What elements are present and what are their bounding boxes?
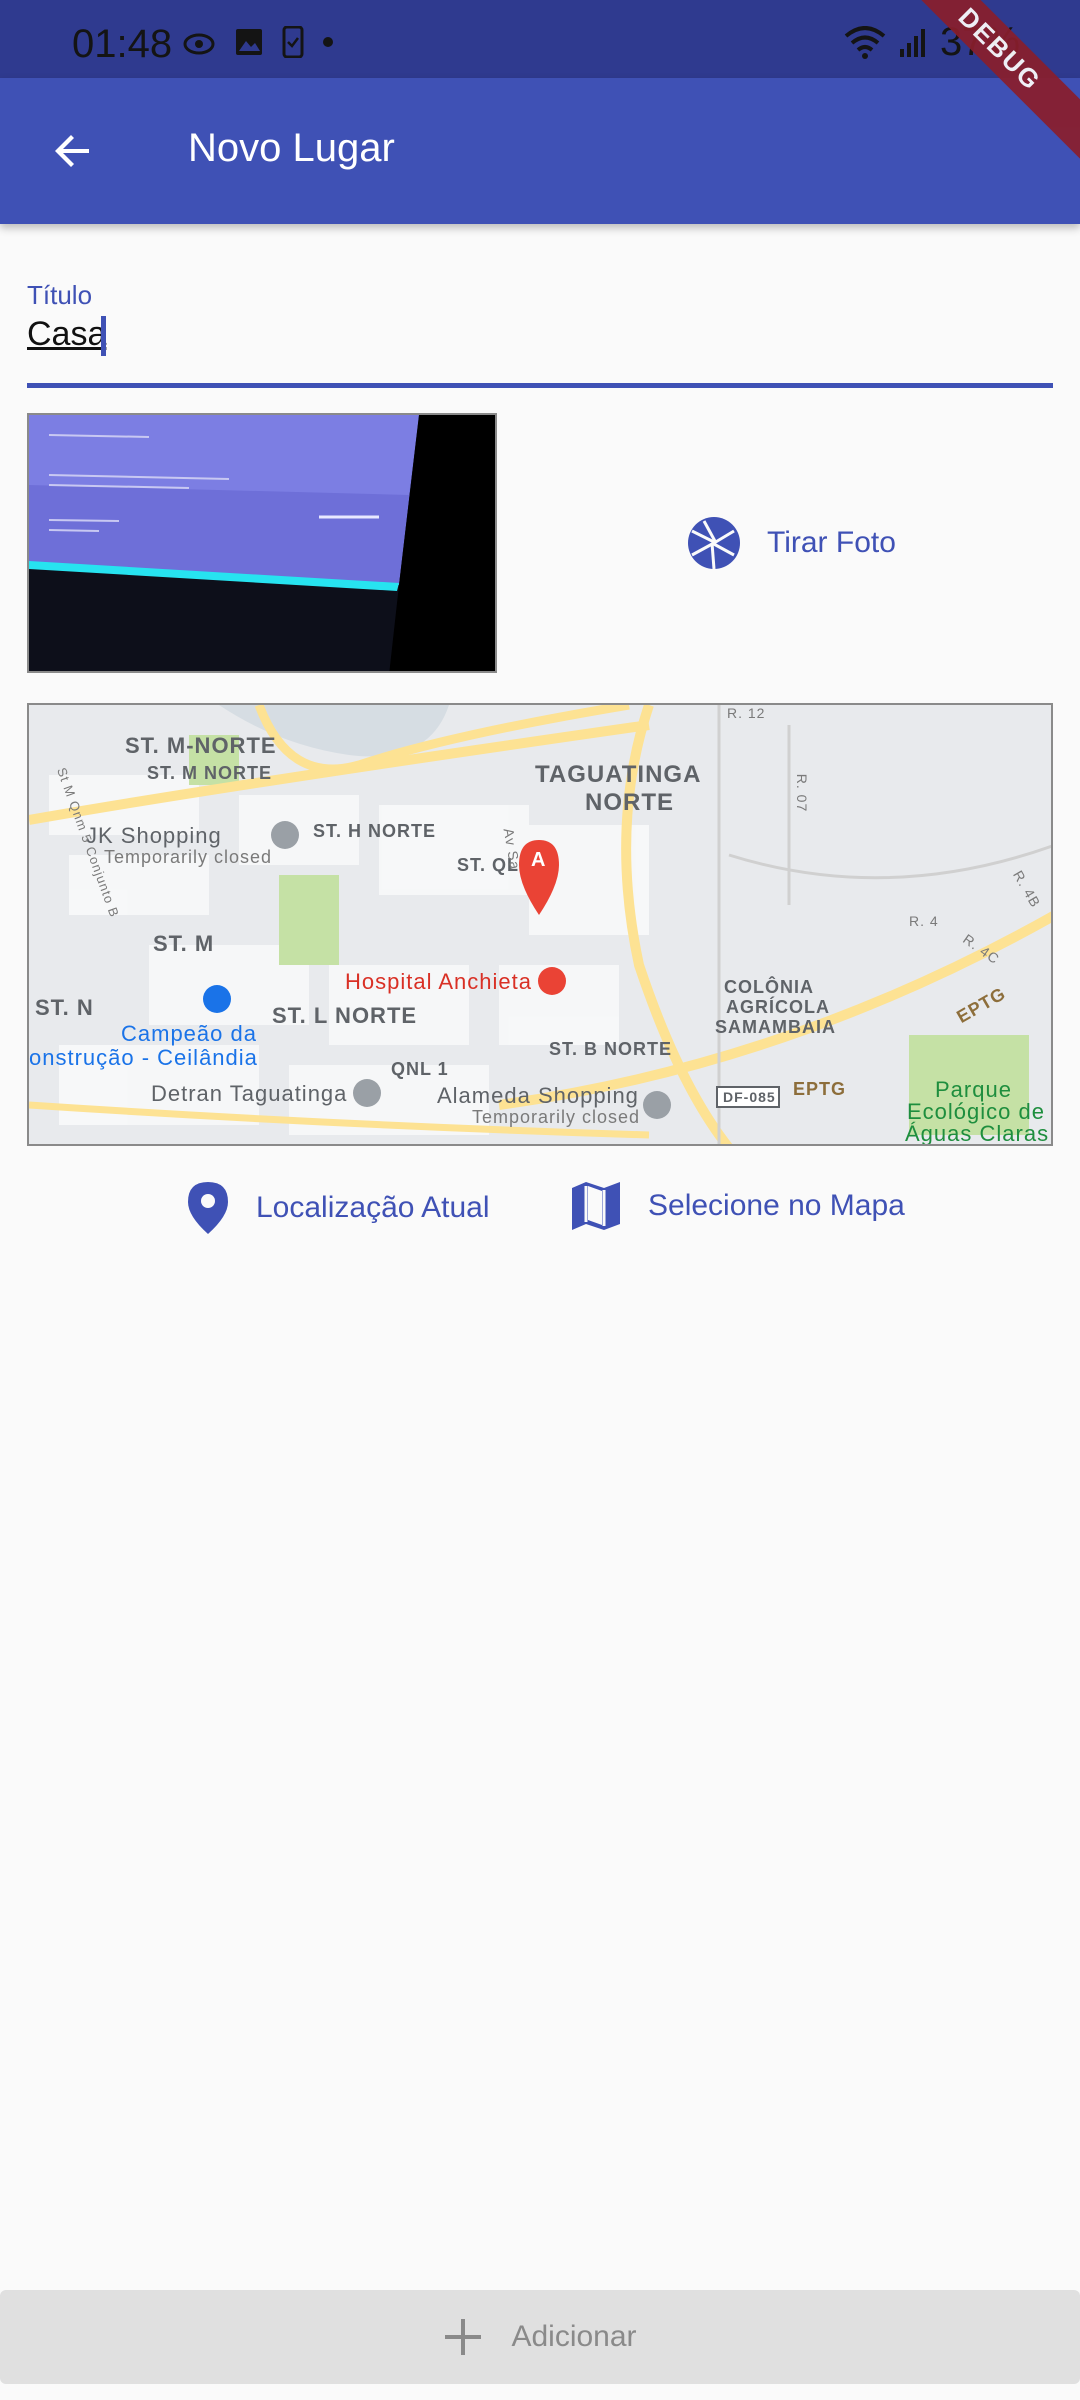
select-on-map-label: Selecione no Mapa [648, 1189, 905, 1222]
map-label: AGRÍCOLA [726, 997, 830, 1017]
map-label: Temporarily closed [104, 847, 273, 867]
map-icon [572, 1182, 620, 1230]
add-button[interactable]: Adicionar [0, 2290, 1080, 2384]
back-button[interactable] [38, 116, 108, 186]
map-label: ST. M [153, 931, 215, 956]
map-label: JK Shopping [86, 823, 222, 848]
wifi-icon [844, 25, 886, 59]
app-bar: Novo Lugar [0, 78, 1080, 224]
status-bar: 01:48 37% [0, 0, 1080, 78]
current-location-label: Localização Atual [256, 1191, 490, 1224]
map-label: EPTG [793, 1079, 847, 1099]
map-label: ST. M-NORTE [125, 733, 277, 758]
arrow-back-icon [55, 135, 89, 167]
map-label: NORTE [585, 789, 674, 816]
add-button-label: Adicionar [511, 2320, 637, 2353]
text-cursor [101, 316, 106, 356]
location-pin-icon [188, 1182, 228, 1234]
map-label: onstrução - Ceilândia [29, 1045, 258, 1070]
title-field-label: Título [27, 280, 93, 310]
map-label: ST. H NORTE [313, 821, 437, 841]
map-label: R. 07 [794, 773, 811, 813]
photo-image [29, 415, 495, 671]
map-label: DF-085 [723, 1089, 776, 1105]
map-label: QNL 1 [391, 1059, 449, 1079]
map-label: Campeão da [121, 1021, 257, 1046]
map-label: ST. L NORTE [272, 1003, 418, 1028]
signal-icon [899, 28, 925, 57]
rocket-icon [183, 33, 215, 55]
map-label: R. 4 [909, 913, 939, 929]
page-title: Novo Lugar [188, 126, 395, 170]
title-field-underline [27, 383, 1053, 388]
map-preview: ST. M-NORTE ST. M NORTE TAGUATINGA NORTE… [27, 703, 1053, 1146]
map-label: Detran Taguatinga [151, 1081, 348, 1106]
map-label: ST. M NORTE [147, 763, 273, 783]
map-label: Águas Claras [905, 1121, 1050, 1146]
take-photo-label: Tirar Foto [767, 526, 896, 559]
plus-icon [445, 2319, 482, 2355]
status-time: 01:48 [72, 22, 173, 66]
map-label: SAMAMBAIA [715, 1017, 836, 1037]
map-label: Hospital Anchieta [345, 969, 532, 994]
camera-shutter-icon [688, 517, 740, 570]
map-label: TAGUATINGA [535, 761, 702, 788]
map-label: ST. B NORTE [549, 1039, 673, 1059]
map-marker-label: A [531, 849, 547, 871]
title-field[interactable]: Casa [27, 315, 106, 354]
take-photo-button[interactable]: Tirar Foto [686, 515, 896, 571]
map-label: R. 12 [727, 705, 766, 721]
notification-icons [182, 26, 334, 58]
map-label: ST. N [35, 995, 94, 1020]
map-label: Temporarily closed [472, 1107, 641, 1127]
image-icon [236, 29, 262, 55]
map-label: Alameda Shopping [437, 1083, 639, 1108]
map-actions: Localização Atual Selecione no Mapa [0, 1180, 1080, 1240]
photo-preview [27, 413, 497, 673]
map-label: COLÔNIA [724, 977, 814, 997]
current-location-button[interactable]: Localização Atual [186, 1180, 490, 1236]
dot-icon [323, 37, 333, 47]
select-on-map-button[interactable]: Selecione no Mapa [570, 1180, 905, 1232]
phone-check-icon [282, 26, 304, 58]
